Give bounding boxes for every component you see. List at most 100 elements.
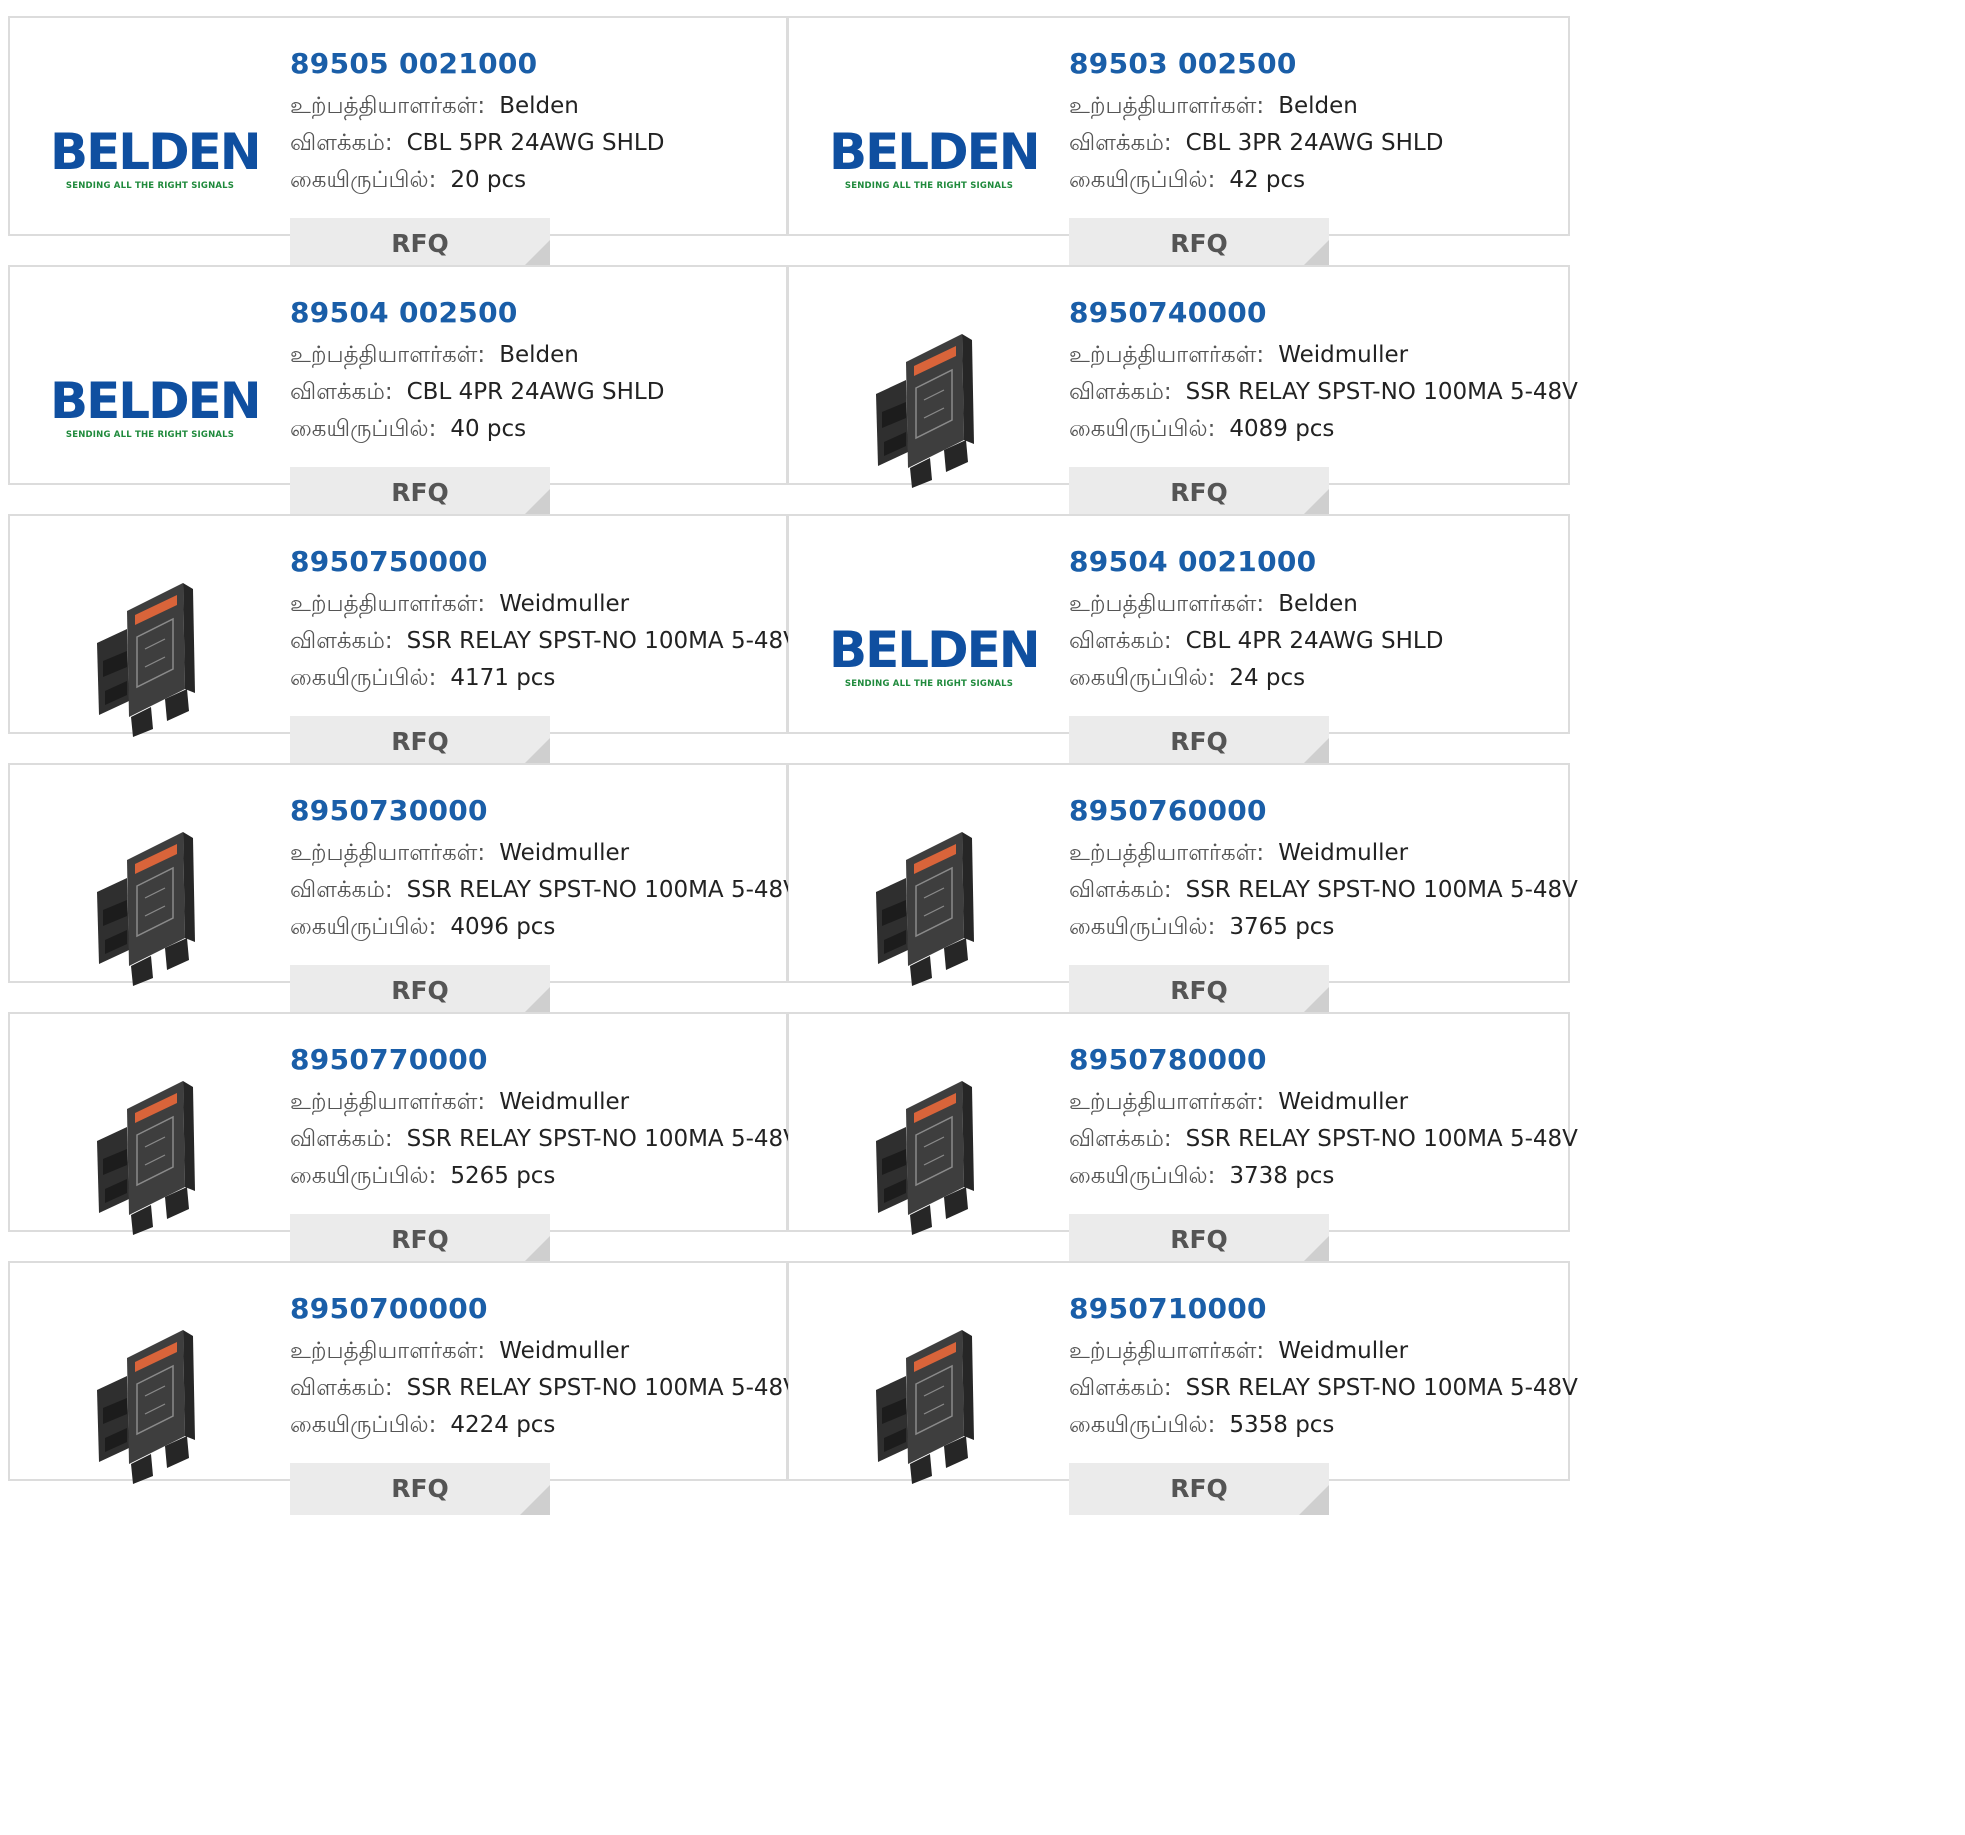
manufacturer-value: Weidmuller bbox=[499, 1338, 630, 1364]
product-image[interactable] bbox=[829, 805, 1029, 1005]
stock-label: கையிருப்பில்: bbox=[290, 914, 437, 940]
rfq-button[interactable]: RFQ bbox=[290, 965, 550, 1017]
stock-value: 20 pcs bbox=[450, 167, 527, 193]
stock-label: கையிருப்பில்: bbox=[290, 167, 437, 193]
product-image[interactable] bbox=[829, 1303, 1029, 1503]
product-image[interactable] bbox=[829, 1054, 1029, 1254]
rfq-button[interactable]: RFQ bbox=[1069, 965, 1329, 1017]
part-number-link[interactable]: 89505 0021000 bbox=[290, 40, 776, 88]
rfq-button[interactable]: RFQ bbox=[290, 1463, 550, 1515]
product-image[interactable]: BELDEN SENDING ALL THE RIGHT SIGNALS bbox=[50, 58, 262, 258]
product-image[interactable]: BELDEN SENDING ALL THE RIGHT SIGNALS bbox=[829, 556, 1041, 756]
rfq-button[interactable]: RFQ bbox=[290, 1214, 550, 1266]
part-number-link[interactable]: 8950730000 bbox=[290, 787, 776, 835]
manufacturer-value: Weidmuller bbox=[1278, 342, 1409, 368]
product-card: 8950760000 உற்பத்தியாளர்கள்: Weidmuller வ… bbox=[788, 763, 1578, 1017]
product-info: 8950730000 உற்பத்தியாளர்கள்: Weidmuller வ… bbox=[290, 787, 799, 946]
description-value: CBL 4PR 24AWG SHLD bbox=[1185, 628, 1444, 654]
rfq-button[interactable]: RFQ bbox=[1069, 1463, 1329, 1515]
product-image[interactable]: BELDEN SENDING ALL THE RIGHT SIGNALS bbox=[50, 307, 262, 507]
part-number-link[interactable]: 8950740000 bbox=[1069, 289, 1558, 337]
rfq-button[interactable]: RFQ bbox=[1069, 218, 1329, 270]
description-value: CBL 3PR 24AWG SHLD bbox=[1185, 130, 1444, 156]
part-number-link[interactable]: 89504 002500 bbox=[290, 289, 776, 337]
rfq-button[interactable]: RFQ bbox=[1069, 1214, 1329, 1266]
product-card: 8950750000 உற்பத்தியாளர்கள்: Weidmuller வ… bbox=[8, 514, 799, 768]
rfq-button[interactable]: RFQ bbox=[290, 716, 550, 768]
stock-label: கையிருப்பில்: bbox=[290, 1163, 437, 1189]
stock-label: கையிருப்பில்: bbox=[1069, 665, 1216, 691]
description-value: SSR RELAY SPST-NO 100MA 5-48V bbox=[406, 1375, 799, 1401]
stock-row: கையிருப்பில்: 4096 pcs bbox=[290, 909, 776, 946]
part-number-link[interactable]: 89504 0021000 bbox=[1069, 538, 1558, 586]
belden-logo-tagline: SENDING ALL THE RIGHT SIGNALS bbox=[65, 430, 235, 440]
description-row: விளக்கம்: SSR RELAY SPST-NO 100MA 5-48V bbox=[1069, 1370, 1578, 1407]
description-value: CBL 5PR 24AWG SHLD bbox=[406, 130, 665, 156]
product-card: 8950740000 உற்பத்தியாளர்கள்: Weidmuller வ… bbox=[788, 265, 1578, 519]
stock-label: கையிருப்பில்: bbox=[1069, 1412, 1216, 1438]
manufacturer-row: உற்பத்தியாளர்கள்: Weidmuller bbox=[1069, 337, 1558, 374]
rfq-label: RFQ bbox=[391, 976, 449, 1005]
description-row: விளக்கம்: CBL 3PR 24AWG SHLD bbox=[1069, 125, 1558, 162]
product-image[interactable]: BELDEN SENDING ALL THE RIGHT SIGNALS bbox=[829, 58, 1041, 258]
manufacturer-label: உற்பத்தியாளர்கள்: bbox=[1069, 1089, 1265, 1115]
rfq-label: RFQ bbox=[1170, 1474, 1228, 1503]
description-row: விளக்கம்: SSR RELAY SPST-NO 100MA 5-48V bbox=[290, 623, 799, 660]
part-number-link[interactable]: 8950710000 bbox=[1069, 1285, 1558, 1333]
relay-module-icon bbox=[97, 832, 195, 986]
rfq-button[interactable]: RFQ bbox=[290, 467, 550, 519]
product-info: 8950770000 உற்பத்தியாளர்கள்: Weidmuller வ… bbox=[290, 1036, 799, 1195]
description-label: விளக்கம்: bbox=[1069, 877, 1172, 903]
product-info: 89505 0021000 உற்பத்தியாளர்கள்: Belden வி… bbox=[290, 40, 776, 199]
product-image[interactable] bbox=[50, 1054, 250, 1254]
product-card: BELDEN SENDING ALL THE RIGHT SIGNALS 8950… bbox=[8, 16, 788, 270]
belden-logo-tagline: SENDING ALL THE RIGHT SIGNALS bbox=[844, 679, 1014, 689]
rfq-button[interactable]: RFQ bbox=[1069, 467, 1329, 519]
rfq-label: RFQ bbox=[391, 1225, 449, 1254]
relay-module-icon bbox=[876, 832, 974, 986]
product-info: 8950740000 உற்பத்தியாளர்கள்: Weidmuller வ… bbox=[1069, 289, 1578, 448]
stock-row: கையிருப்பில்: 5358 pcs bbox=[1069, 1407, 1558, 1444]
description-label: விளக்கம்: bbox=[1069, 379, 1172, 405]
product-info: 89503 002500 உற்பத்தியாளர்கள்: Belden விள… bbox=[1069, 40, 1558, 199]
manufacturer-label: உற்பத்தியாளர்கள்: bbox=[290, 93, 486, 119]
rfq-label: RFQ bbox=[391, 478, 449, 507]
stock-label: கையிருப்பில்: bbox=[290, 416, 437, 442]
product-card: 8950700000 உற்பத்தியாளர்கள்: Weidmuller வ… bbox=[8, 1261, 799, 1515]
manufacturer-row: உற்பத்தியாளர்கள்: Weidmuller bbox=[290, 1084, 776, 1121]
rfq-label: RFQ bbox=[391, 229, 449, 258]
stock-row: கையிருப்பில்: 3765 pcs bbox=[1069, 909, 1558, 946]
stock-row: கையிருப்பில்: 4089 pcs bbox=[1069, 411, 1558, 448]
manufacturer-value: Weidmuller bbox=[1278, 1089, 1409, 1115]
stock-row: கையிருப்பில்: 4224 pcs bbox=[290, 1407, 776, 1444]
product-card: 8950770000 உற்பத்தியாளர்கள்: Weidmuller வ… bbox=[8, 1012, 799, 1266]
rfq-button[interactable]: RFQ bbox=[290, 218, 550, 270]
stock-value: 24 pcs bbox=[1229, 665, 1306, 691]
part-number-link[interactable]: 8950770000 bbox=[290, 1036, 776, 1084]
part-number-link[interactable]: 8950700000 bbox=[290, 1285, 776, 1333]
part-number-link[interactable]: 8950760000 bbox=[1069, 787, 1558, 835]
part-number-link[interactable]: 89503 002500 bbox=[1069, 40, 1558, 88]
belden-logo: BELDEN SENDING ALL THE RIGHT SIGNALS bbox=[829, 623, 1041, 689]
rfq-label: RFQ bbox=[1170, 976, 1228, 1005]
rfq-label: RFQ bbox=[1170, 727, 1228, 756]
part-number-link[interactable]: 8950750000 bbox=[290, 538, 776, 586]
product-card: BELDEN SENDING ALL THE RIGHT SIGNALS 8950… bbox=[788, 16, 1570, 270]
manufacturer-label: உற்பத்தியாளர்கள்: bbox=[290, 591, 486, 617]
manufacturer-value: Weidmuller bbox=[1278, 1338, 1409, 1364]
rfq-button[interactable]: RFQ bbox=[1069, 716, 1329, 768]
product-image[interactable] bbox=[50, 1303, 250, 1503]
product-image[interactable] bbox=[50, 556, 250, 756]
stock-label: கையிருப்பில்: bbox=[290, 1412, 437, 1438]
description-label: விளக்கம்: bbox=[1069, 130, 1172, 156]
product-image[interactable] bbox=[829, 307, 1029, 507]
part-number-link[interactable]: 8950780000 bbox=[1069, 1036, 1558, 1084]
belden-logo-tagline: SENDING ALL THE RIGHT SIGNALS bbox=[65, 181, 235, 191]
description-label: விளக்கம்: bbox=[290, 877, 393, 903]
product-info: 8950750000 உற்பத்தியாளர்கள்: Weidmuller வ… bbox=[290, 538, 799, 697]
description-label: விளக்கம்: bbox=[290, 379, 393, 405]
manufacturer-label: உற்பத்தியாளர்கள்: bbox=[1069, 93, 1265, 119]
stock-row: கையிருப்பில்: 40 pcs bbox=[290, 411, 776, 448]
corner-fold-icon bbox=[1299, 1485, 1329, 1515]
product-image[interactable] bbox=[50, 805, 250, 1005]
